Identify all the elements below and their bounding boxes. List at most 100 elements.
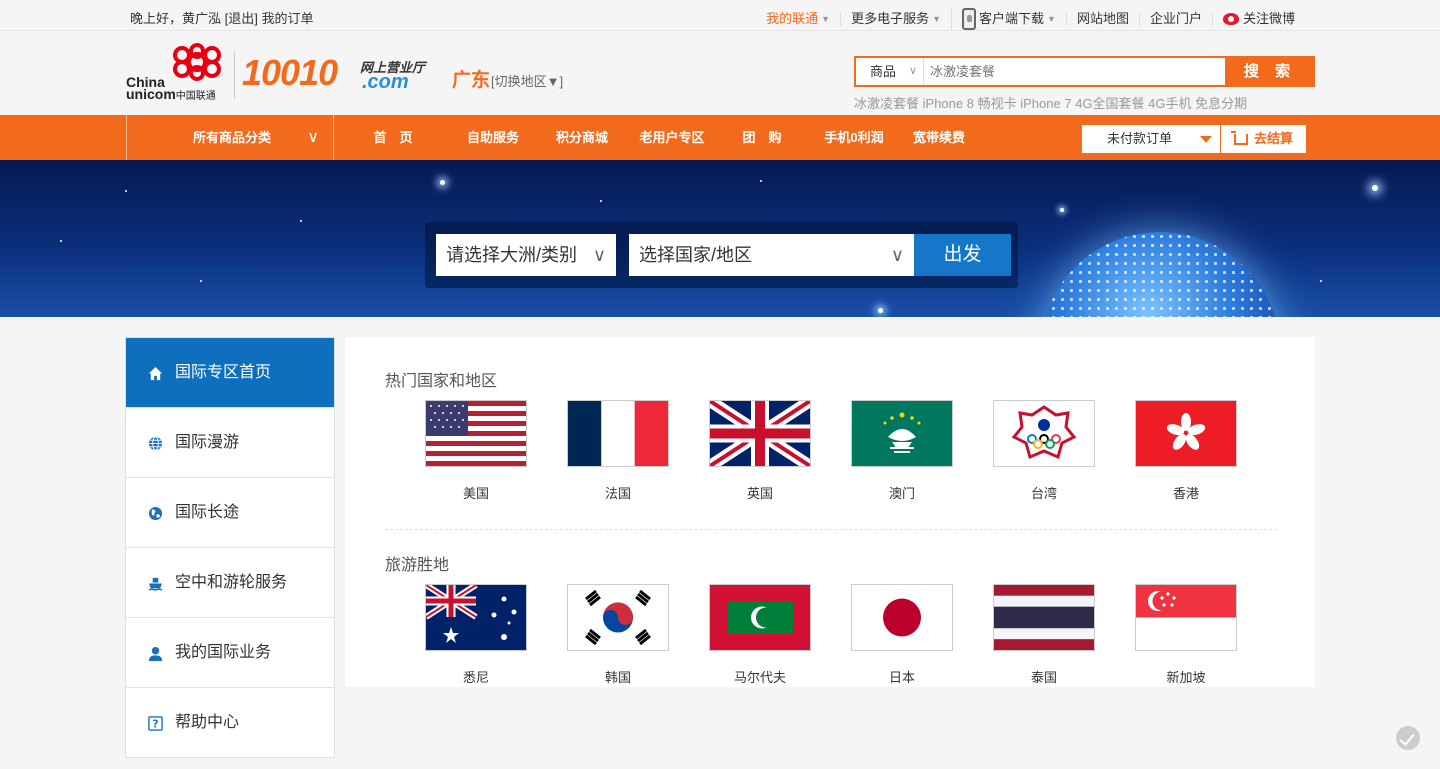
country-item-korea[interactable]: 韩国 [567,584,709,686]
country-item-thailand[interactable]: 泰国 [993,584,1135,686]
nav-items: 首 页 自助服务 积分商城 老用户专区 团 购 手机0利润 宽带续费 [334,115,980,160]
sidebar-item-label: 国际漫游 [175,434,240,451]
search-input[interactable] [928,58,1224,85]
hot-word-link[interactable]: 4G全国套餐 [1075,96,1144,111]
country-name: 法国 [604,486,631,501]
logo-cn: 中国联通 [175,91,216,102]
country-item-taiwan[interactable]: 台湾 [993,400,1135,502]
section-divider [385,529,1277,530]
star-decoration [300,220,302,222]
banner: 请选择大洲/类别 ∨ 选择国家/地区 ∨ 出发 [0,160,1440,317]
country-select[interactable]: 选择国家/地区 ∨ [629,234,914,276]
country-name: 香港 [1172,486,1199,501]
hot-words: 冰激凌套餐 iPhone 8 畅视卡 iPhone 7 4G全国套餐 4G手机 … [854,93,1247,112]
hot-word-link[interactable]: 4G手机 [1148,96,1191,111]
edit-feedback-icon[interactable] [1396,726,1420,750]
logo-text: China unicom中国联通 [126,75,216,103]
more-services-link[interactable]: 更多电子服务 ▼ [840,12,951,26]
earth-icon [148,506,163,521]
top-bar-left: 晚上好，黄广泓 [退出] 我的订单 [130,8,314,27]
nav-item-zero-profit[interactable]: 手机0利润 [810,115,898,160]
client-download-label: 客户端下载 [979,11,1045,26]
search-category-select[interactable]: 商品 ∨ [856,58,924,85]
country-content: 热门国家和地区 美国 法国 英国 澳门 台湾 香港 旅游胜地 悉尼 韩国 马尔代… [345,337,1315,687]
country-item-sydney[interactable]: 悉尼 [425,584,567,686]
chevron-down-icon: ∨ [890,245,904,265]
more-services-label: 更多电子服务 [851,11,930,26]
country-item-japan[interactable]: 日本 [851,584,993,686]
japan-flag-icon [851,584,953,651]
nav-item-old-users[interactable]: 老用户专区 [630,115,714,160]
star-decoration [760,180,762,182]
sidebar: 国际专区首页 国际漫游 国际长途 空中和游轮服务 我的国际业务 ? 帮助中心 [125,337,335,758]
country-item-macau[interactable]: 澳门 [851,400,993,502]
country-name: 泰国 [1030,670,1057,685]
country-item-singapore[interactable]: 新加坡 [1135,584,1277,686]
country-item-france[interactable]: 法国 [567,400,709,502]
header: China unicom中国联通 10010 网上营业厅 .com 广东 [切换… [0,31,1440,115]
logo-en-2: unicom [126,86,176,102]
sidebar-item-label: 我的国际业务 [175,644,272,661]
globe-decoration [1040,232,1280,317]
hot-word-link[interactable]: 免息分期 [1195,96,1247,111]
macau-flag-icon [851,400,953,467]
singapore-flag-icon [1135,584,1237,651]
weibo-link[interactable]: 关注微博 [1211,12,1305,26]
sidebar-item-my-intl[interactable]: 我的国际业务 [126,618,334,688]
star-decoration [600,200,602,202]
country-item-usa[interactable]: 美国 [425,400,567,502]
all-categories-menu[interactable]: 所有商品分类 ∨ [126,115,334,160]
nav-item-points-mall[interactable]: 积分商城 [534,115,630,160]
my-unicom-label: 我的联通 [766,11,819,26]
star-decoration [1320,280,1322,282]
user-icon [148,646,163,661]
country-name: 澳门 [888,486,915,501]
search-category-label: 商品 [870,64,897,79]
sidebar-item-air-cruise[interactable]: 空中和游轮服务 [126,548,334,618]
chevron-down-icon: ∨ [307,129,319,146]
hot-word-link[interactable]: 冰激凌套餐 [854,96,919,111]
hot-countries-title: 热门国家和地区 [385,373,498,390]
triangle-down-icon [1200,136,1212,143]
hot-countries-row: 美国 法国 英国 澳门 台湾 香港 [425,400,1277,502]
sidebar-item-long-distance[interactable]: 国际长途 [126,478,334,548]
unpaid-orders-dropdown[interactable]: 未付款订单 [1082,125,1220,153]
enterprise-link[interactable]: 企业门户 [1138,12,1212,26]
country-item-hongkong[interactable]: 香港 [1135,400,1277,502]
search-box: 商品 ∨ 搜 索 [854,56,1315,87]
country-item-uk[interactable]: 英国 [709,400,851,502]
caret-down-icon: ▼ [821,14,831,24]
star-decoration [200,280,202,282]
cart-icon [1231,130,1248,145]
sidebar-item-label: 空中和游轮服务 [175,574,288,591]
hot-word-link[interactable]: iPhone 8 [923,96,974,111]
sidebar-item-roaming[interactable]: 国际漫游 [126,408,334,478]
checkout-button[interactable]: 去结算 [1221,125,1306,153]
go-button[interactable]: 出发 [914,234,1011,276]
continent-select[interactable]: 请选择大洲/类别 ∨ [436,234,616,276]
hot-word-link[interactable]: 畅视卡 [978,96,1017,111]
svg-text:?: ? [153,719,159,731]
logout-link[interactable]: [退出] [225,11,258,26]
help-icon: ? [148,716,163,731]
sidebar-item-help[interactable]: ? 帮助中心 [126,688,334,758]
region-switch-link[interactable]: [切换地区▼] [491,71,563,90]
thailand-flag-icon [993,584,1095,651]
chevron-down-icon: ∨ [592,245,606,265]
country-name: 美国 [462,486,489,501]
country-item-maldives[interactable]: 马尔代夫 [709,584,851,686]
home-icon [148,366,163,381]
sidebar-item-intl-home[interactable]: 国际专区首页 [126,338,334,408]
nav-item-group-buy[interactable]: 团 购 [714,115,810,160]
my-orders-link[interactable]: 我的订单 [262,11,314,26]
my-unicom-link[interactable]: 我的联通 ▼ [756,12,840,26]
nav-item-self-service[interactable]: 自助服务 [452,115,534,160]
search-button[interactable]: 搜 索 [1225,56,1315,87]
site-map-link[interactable]: 网站地图 [1065,12,1139,26]
nav-item-broadband[interactable]: 宽带续费 [898,115,980,160]
client-download-link[interactable]: 客户端下载 ▼ [951,8,1066,30]
country-name: 悉尼 [462,670,489,685]
caret-down-icon: ▼ [1047,14,1056,24]
hot-word-link[interactable]: iPhone 7 [1020,96,1071,111]
nav-item-home[interactable]: 首 页 [334,115,452,160]
